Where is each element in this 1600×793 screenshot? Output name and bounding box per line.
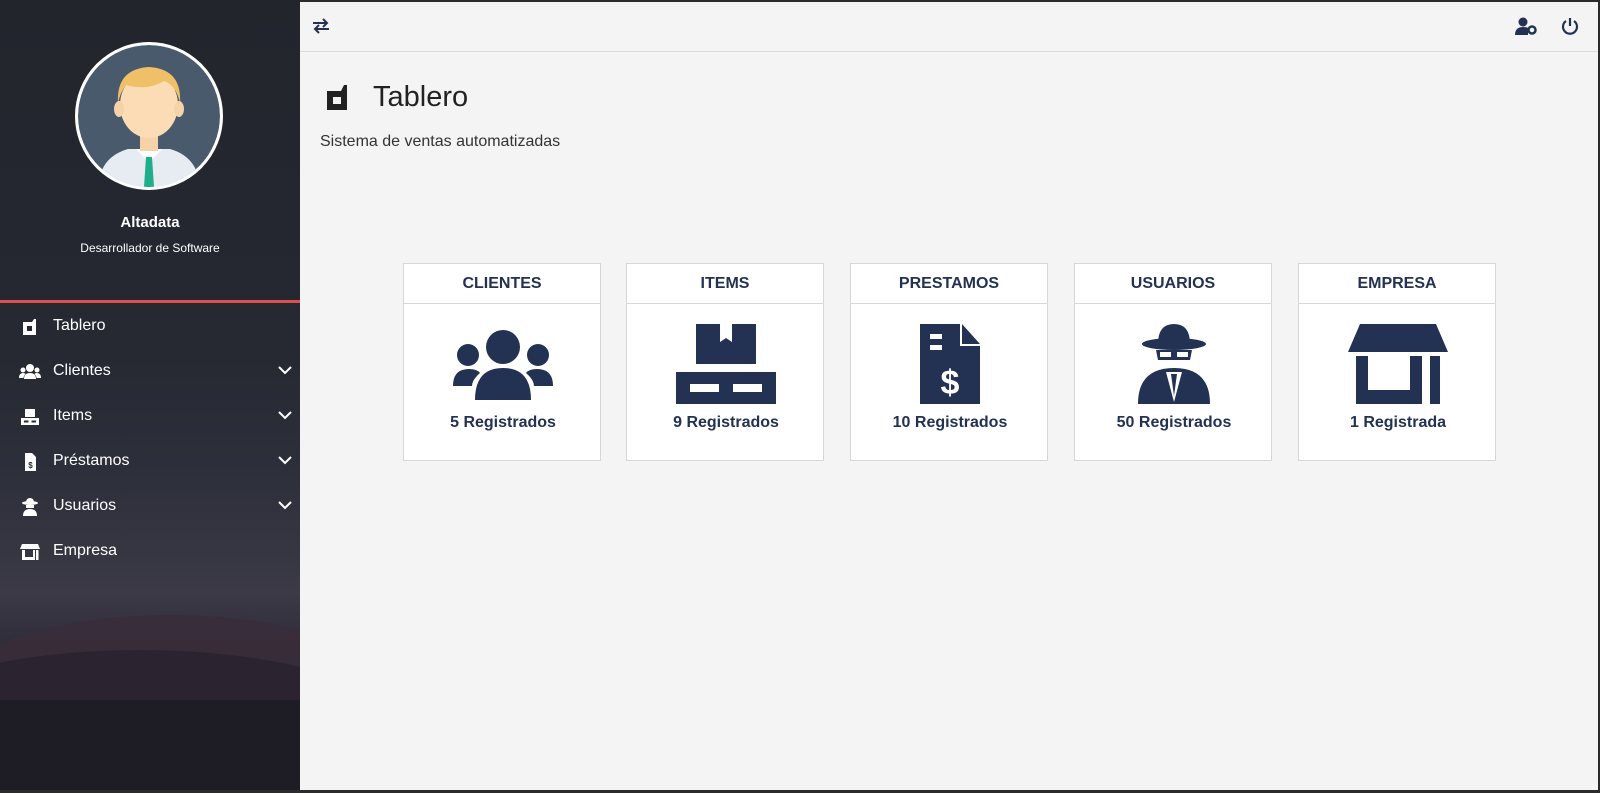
avatar[interactable] [75,42,223,190]
dashboard-icon [327,85,347,110]
chevron-down-icon [278,411,292,420]
tile-header: EMPRESA [1299,264,1495,304]
power-icon[interactable] [1561,17,1579,35]
sidebar-item-clientes[interactable]: Clientes [0,349,300,394]
sidebar-item-label: Clientes [53,362,111,379]
sidebar-item-prestamos[interactable]: $ Préstamos [0,439,300,484]
exchange-icon[interactable] [312,18,330,34]
chevron-down-icon [278,366,292,375]
sidebar-item-tablero[interactable]: Tablero [0,304,300,349]
page-title: Tablero [373,81,469,113]
sidebar-item-label: Tablero [53,317,106,334]
invoice-dollar-icon: $ [25,453,36,471]
tile-prestamos[interactable]: PRESTAMOS $ 10 Registrados [850,263,1048,461]
topbar [300,2,1598,52]
tile-count: 1 Registrada [1349,414,1447,431]
svg-text:$: $ [941,364,960,402]
user-secret-icon [1138,324,1210,404]
sidebar: Altadata Desarrollador de Software Table… [0,0,300,790]
users-icon [19,364,41,379]
pallet-icon [676,324,776,404]
sidebar-item-items[interactable]: Items [0,394,300,439]
svg-text:$: $ [28,461,33,470]
tile-usuarios[interactable]: USUARIOS 50 Registrados [1074,263,1272,461]
page-subtitle: Sistema de ventas automatizadas [320,133,561,150]
profile-name: Altadata [120,214,180,231]
store-icon [20,544,40,560]
profile-role: Desarrollador de Software [80,241,220,255]
store-icon [1348,324,1448,404]
tile-header: PRESTAMOS [851,264,1047,304]
sidebar-divider [0,300,300,303]
sidebar-item-label: Items [53,407,93,424]
dashboard-icon [23,319,36,335]
sidebar-nav: Tablero Clientes Items $ Préstamos Usuar… [0,304,300,574]
tile-count: 5 Registrados [450,414,556,431]
tile-count: 10 Registrados [892,414,1008,431]
sidebar-item-empresa[interactable]: Empresa [0,529,300,574]
tile-empresa[interactable]: EMPRESA 1 Registrada [1298,263,1496,461]
tile-count: 9 Registrados [673,414,779,431]
users-icon [453,330,553,400]
tile-items[interactable]: ITEMS 9 Registrados [626,263,824,461]
tile-clientes[interactable]: CLIENTES 5 Registrados [403,263,601,461]
tile-header: ITEMS [627,264,823,304]
tile-count: 50 Registrados [1116,414,1232,431]
tile-header: USUARIOS [1075,264,1271,304]
tile-header: CLIENTES [404,264,600,304]
sidebar-item-usuarios[interactable]: Usuarios [0,484,300,529]
chevron-down-icon [278,456,292,465]
sidebar-background-ground [0,700,300,790]
sidebar-item-label: Empresa [53,542,118,559]
sidebar-item-label: Préstamos [53,452,130,469]
user-cog-icon[interactable] [1515,17,1537,35]
chevron-down-icon [278,501,292,510]
sidebar-item-label: Usuarios [53,497,117,514]
invoice-dollar-icon: $ [920,324,980,404]
user-secret-icon [22,498,38,516]
pallet-icon [21,409,39,425]
